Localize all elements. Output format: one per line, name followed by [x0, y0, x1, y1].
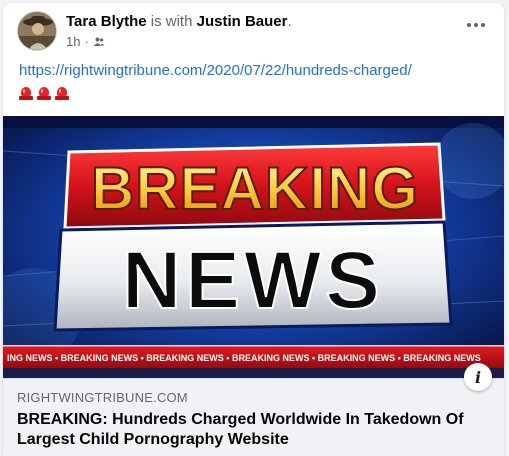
avatar[interactable] — [17, 11, 57, 51]
graphic-line1: BREAKING — [91, 155, 419, 222]
post-meta: 1h · — [66, 34, 105, 49]
preview-title[interactable]: BREAKING: Hundreds Charged Worldwide In … — [17, 410, 487, 450]
graphic-ticker: ING NEWS • BREAKING NEWS • BREAKING NEWS… — [7, 353, 481, 363]
link-image[interactable]: BREAKING NEWS ING NEWS • BREAKING NEWS •… — [3, 116, 504, 378]
post-timestamp[interactable]: 1h — [66, 34, 80, 49]
post-card: Tara Blythe is with Justin Bauer. 1h · h… — [3, 3, 504, 456]
police-light-emoji — [55, 86, 69, 100]
breaking-news-graphic: BREAKING NEWS ING NEWS • BREAKING NEWS •… — [3, 116, 504, 378]
post-header: Tara Blythe is with Justin Bauer. 1h · — [3, 3, 504, 55]
tagged-suffix: . — [287, 13, 292, 30]
info-icon[interactable]: i — [464, 363, 492, 391]
preview-domain: RIGHTWINGTRIBUNE.COM — [17, 390, 188, 405]
police-light-emoji — [37, 86, 51, 100]
avatar-image — [18, 12, 56, 50]
post-link[interactable]: https://rightwingtribune.com/2020/07/22/… — [19, 62, 412, 79]
meta-separator: · — [84, 34, 89, 49]
link-preview[interactable]: RIGHTWINGTRIBUNE.COM BREAKING: Hundreds … — [3, 378, 504, 456]
more-horizontal-icon[interactable] — [462, 15, 490, 35]
emoji-row — [19, 86, 69, 100]
friends-icon[interactable] — [93, 36, 105, 48]
with-label: is with — [150, 13, 193, 30]
police-light-emoji — [19, 86, 33, 100]
post-attribution: Tara Blythe is with Justin Bauer. — [66, 13, 292, 30]
graphic-line2: NEWS — [122, 235, 384, 326]
author-name[interactable]: Tara Blythe — [66, 13, 147, 30]
tagged-name[interactable]: Justin Bauer — [197, 13, 288, 30]
